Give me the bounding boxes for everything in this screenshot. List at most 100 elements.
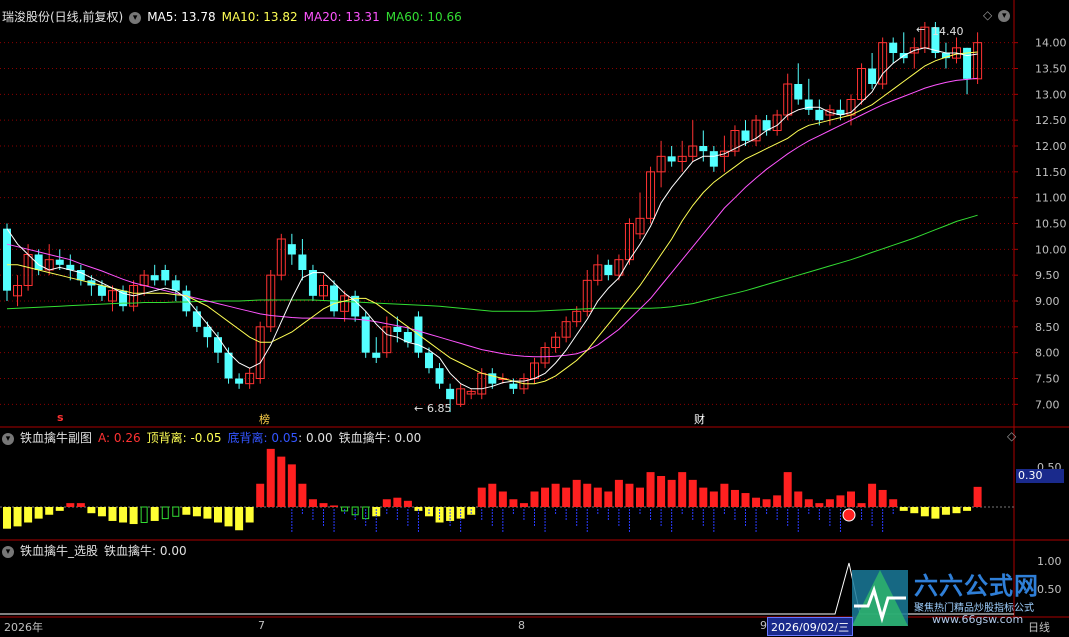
ma5-value: MA5: 13.78 xyxy=(147,10,216,24)
indicator-bar xyxy=(773,495,782,507)
candle-down xyxy=(425,352,433,369)
y-tick-label: 12.50 xyxy=(1035,114,1067,127)
indicator-bar xyxy=(403,500,412,507)
sub2-title: 铁血擒牛_选股 xyxy=(20,544,99,558)
watermark-slogan: 聚焦热门精品炒股指标公式 xyxy=(914,603,1034,614)
indicator-bar xyxy=(857,503,866,507)
dropdown-icon[interactable]: ▾ xyxy=(2,545,14,558)
candle-down xyxy=(224,352,233,379)
indicator-bar xyxy=(699,487,708,507)
indicator-bar xyxy=(34,507,43,519)
y-tick-label: 11.50 xyxy=(1035,166,1067,179)
indicator-bar xyxy=(804,499,813,507)
marker-cai: 财 xyxy=(694,413,705,426)
settings-icon[interactable]: ▾ xyxy=(998,9,1011,22)
indicator-bar xyxy=(868,483,877,507)
indicator-bar xyxy=(899,507,908,511)
indicator-bar xyxy=(330,505,339,507)
candle-down xyxy=(509,383,518,389)
dropdown-icon[interactable]: ▾ xyxy=(2,432,14,445)
indicator-bar xyxy=(287,464,296,507)
indicator-bar xyxy=(119,507,128,523)
indicator-bar xyxy=(97,507,106,517)
indicator-bar xyxy=(667,479,676,507)
indicator-bar xyxy=(235,507,244,531)
y-tick-label: 10.00 xyxy=(1035,243,1067,256)
indicator-bar xyxy=(878,489,887,507)
indicator-bar xyxy=(393,497,402,507)
indicator-bar xyxy=(245,507,254,523)
indicator-bar xyxy=(87,507,96,514)
candle-down xyxy=(604,264,613,276)
indicator-bar xyxy=(572,479,581,507)
indicator-bar xyxy=(625,483,634,507)
indicator-bar xyxy=(762,499,771,507)
indicator-bar xyxy=(140,506,148,523)
y-tick-label: 9.00 xyxy=(1035,295,1060,308)
indicator-bar xyxy=(836,495,845,507)
period-label[interactable]: 日线 xyxy=(1028,619,1050,635)
candle-down xyxy=(214,337,222,353)
stock-title: 瑞浚股份(日线,前复权) xyxy=(2,10,124,24)
sub2-niu: 铁血擒牛: 0.00 xyxy=(104,544,187,558)
sub1-bot-div: 底背离: 0.05 xyxy=(227,431,299,445)
indicator-bar xyxy=(66,503,75,507)
diamond-icon[interactable]: ◇ xyxy=(1007,429,1016,443)
indicator-bar xyxy=(941,507,950,515)
candle-down xyxy=(741,130,750,141)
indicator-bar xyxy=(688,479,697,507)
indicator-bar xyxy=(794,491,803,507)
y-tick-label: 7.50 xyxy=(1035,373,1060,386)
indicator-bar xyxy=(541,487,550,507)
sub1-top-div: 顶背离: -0.05 xyxy=(146,431,222,445)
indicator-bar xyxy=(963,507,972,511)
indicator-bar xyxy=(920,507,929,517)
candle-down xyxy=(3,228,11,291)
signal-marker-icon xyxy=(842,508,856,522)
indicator-bar xyxy=(161,506,169,520)
candle-down xyxy=(361,316,370,353)
sub1-title: 铁血擒牛副图 xyxy=(20,431,93,445)
dropdown-icon[interactable]: ▾ xyxy=(129,11,142,24)
candle-down xyxy=(794,84,803,100)
indicator-bar xyxy=(509,499,518,507)
ma10-value: MA10: 13.82 xyxy=(221,10,298,24)
indicator-bar xyxy=(488,483,497,507)
low-arrow: ← xyxy=(414,402,424,415)
indicator-bar xyxy=(952,507,961,514)
ma10-line xyxy=(7,51,978,385)
candle-down xyxy=(97,285,106,296)
marker-bang: 榜 xyxy=(259,413,270,426)
candle-down xyxy=(446,388,455,400)
y-tick-label: 14.00 xyxy=(1035,37,1067,50)
indicator-bar xyxy=(203,507,212,519)
candle-down xyxy=(815,109,824,121)
panel-controls[interactable]: ◇ ▾ xyxy=(983,8,1016,22)
candle-down xyxy=(709,151,718,167)
indicator-bar xyxy=(45,507,54,515)
candle-down xyxy=(667,156,676,162)
candle-down xyxy=(330,285,339,312)
candle-down xyxy=(298,254,307,270)
indicator-bar xyxy=(551,483,560,507)
indicator-bar xyxy=(530,491,539,507)
sub1-readout: 0.30 xyxy=(1016,469,1064,483)
candle-down xyxy=(287,244,296,255)
indicator-bar xyxy=(720,483,729,507)
indicator-bar xyxy=(931,507,940,519)
marker-s: s xyxy=(57,411,64,424)
indicator-bar xyxy=(224,507,233,527)
indicator-bar xyxy=(319,503,328,507)
indicator-bar xyxy=(256,483,265,507)
indicator-bar xyxy=(76,503,85,507)
sub1-niu: 铁血擒牛: 0.00 xyxy=(338,431,422,445)
watermark-brand: 六六公式网 xyxy=(914,572,1039,600)
sub1-controls[interactable]: ◇ xyxy=(1007,429,1022,443)
y-tick-label: 13.50 xyxy=(1035,63,1067,76)
sub1-bot-val: : 0.00 xyxy=(298,431,333,445)
indicator-bar xyxy=(519,503,528,507)
diamond-icon[interactable]: ◇ xyxy=(983,8,992,22)
indicator-bar xyxy=(308,499,317,507)
time-axis[interactable]: 2026年 7 8 9 2026/09/02/三 日线 xyxy=(0,617,1069,637)
sub2-header: ▾ 铁血擒牛_选股 铁血擒牛: 0.00 xyxy=(2,542,193,559)
